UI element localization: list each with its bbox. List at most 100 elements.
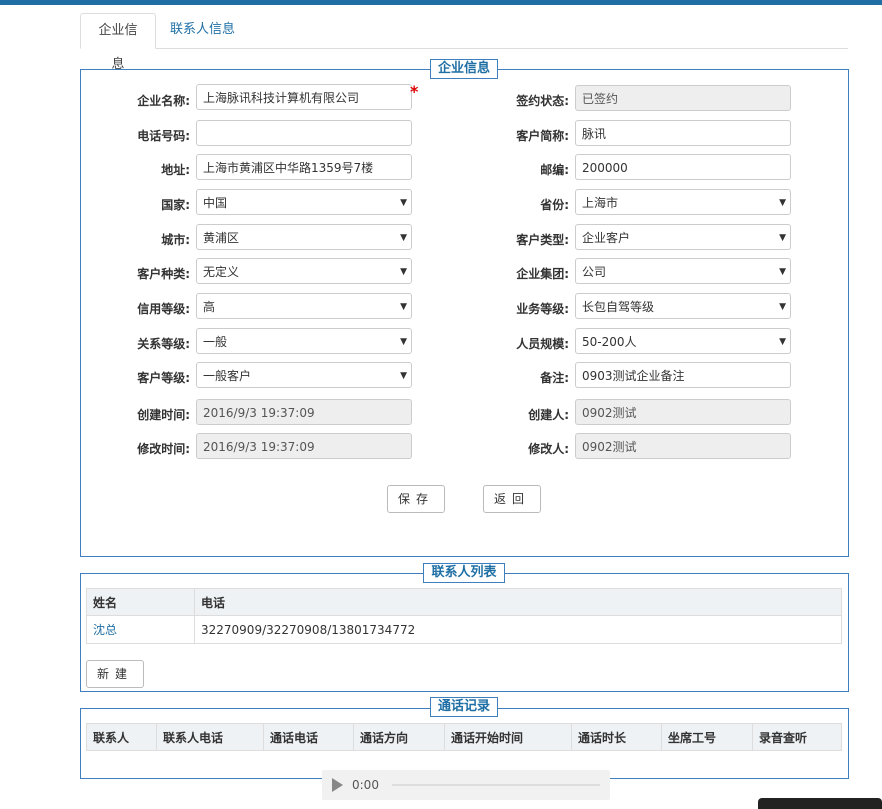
column-header-name: 姓名 (86, 588, 195, 616)
dropdown-arrow-icon: ▼ (779, 267, 786, 277)
column-header-call-duration: 通话时长 (571, 723, 662, 751)
left-field-label-5: 客户种类: (137, 267, 190, 281)
audio-progress-track[interactable] (392, 784, 600, 786)
left-field-select-7[interactable]: 一般 ▼ (196, 328, 412, 354)
column-header-call-start: 通话开始时间 (444, 723, 572, 751)
tab-bar: 企业信息 联系人信息 (80, 13, 848, 72)
left-field-value-3: 中国 (203, 196, 228, 210)
left-field-input-1[interactable] (196, 120, 412, 146)
right-field-label-6: 业务等级: (516, 302, 569, 316)
save-button[interactable]: 保存 (387, 485, 445, 513)
right-field-label-4: 客户类型: (516, 233, 569, 247)
dropdown-arrow-icon: ▼ (779, 302, 786, 312)
left-field-label-4: 城市: (161, 233, 190, 247)
right-field-label-10: 修改人: (528, 442, 569, 456)
right-field-select-6[interactable]: 长包自驾等级 ▼ (575, 293, 791, 319)
left-field-select-3[interactable]: 中国 ▼ (196, 189, 412, 215)
play-icon[interactable] (332, 778, 343, 792)
contact-phone: 32270909/32270908/13801734772 (194, 615, 842, 644)
right-field-label-8: 备注: (540, 371, 569, 385)
dropdown-arrow-icon: ▼ (400, 337, 407, 347)
dropdown-arrow-icon: ▼ (400, 302, 407, 312)
left-field-input-10: 2016/9/3 19:37:09 (196, 433, 412, 459)
right-field-value-9: 0902测试 (582, 406, 637, 420)
right-field-value-8: 0903测试企业备注 (582, 369, 685, 383)
right-field-label-5: 企业集团: (516, 267, 569, 281)
left-field-value-7: 一般 (203, 335, 228, 349)
left-field-select-5[interactable]: 无定义 ▼ (196, 258, 412, 284)
right-field-label-7: 人员规模: (516, 337, 569, 351)
right-field-input-2[interactable]: 200000 (575, 154, 791, 180)
right-field-select-5[interactable]: 公司 ▼ (575, 258, 791, 284)
audio-player: 0:00 (322, 770, 610, 800)
right-field-value-5: 公司 (582, 265, 607, 279)
left-field-value-2: 上海市黄浦区中华路1359号7楼 (203, 161, 374, 175)
right-field-value-2: 200000 (582, 161, 628, 175)
left-field-select-4[interactable]: 黄浦区 ▼ (196, 224, 412, 250)
left-field-value-4: 黄浦区 (203, 231, 240, 245)
left-field-input-0[interactable]: 上海脉讯科技计算机有限公司 (196, 84, 412, 110)
left-field-select-6[interactable]: 高 ▼ (196, 293, 412, 319)
left-field-select-8[interactable]: 一般客户 ▼ (196, 362, 412, 388)
call-records-header: 联系人 联系人电话 通话电话 通话方向 通话开始时间 通话时长 坐席工号 录音查… (86, 723, 842, 751)
left-field-value-9: 2016/9/3 19:37:09 (203, 406, 315, 420)
dropdown-arrow-icon: ▼ (400, 198, 407, 208)
left-field-input-2[interactable]: 上海市黄浦区中华路1359号7楼 (196, 154, 412, 180)
audio-time: 0:00 (352, 778, 379, 792)
right-field-input-1[interactable]: 脉讯 (575, 120, 791, 146)
tab-contact-info[interactable]: 联系人信息 (158, 13, 247, 47)
dropdown-arrow-icon: ▼ (779, 198, 786, 208)
column-header-contact-phone: 联系人电话 (156, 723, 264, 751)
left-field-value-10: 2016/9/3 19:37:09 (203, 440, 315, 454)
top-accent-bar (0, 0, 882, 5)
left-field-label-1: 电话号码: (137, 129, 190, 143)
left-field-label-8: 客户等级: (137, 371, 190, 385)
call-records-table: 联系人 联系人电话 通话电话 通话方向 通话开始时间 通话时长 坐席工号 录音查… (86, 723, 842, 751)
dropdown-arrow-icon: ▼ (400, 371, 407, 381)
right-field-input-9: 0902测试 (575, 399, 791, 425)
right-field-label-1: 客户简称: (516, 129, 569, 143)
right-field-select-7[interactable]: 50-200人 ▼ (575, 328, 791, 354)
dropdown-arrow-icon: ▼ (779, 233, 786, 243)
left-field-value-5: 无定义 (203, 265, 240, 279)
left-field-value-0: 上海脉讯科技计算机有限公司 (203, 91, 360, 105)
left-field-label-6: 信用等级: (137, 302, 190, 316)
right-field-label-3: 省份: (540, 198, 569, 212)
right-field-input-8[interactable]: 0903测试企业备注 (575, 362, 791, 388)
left-field-label-3: 国家: (161, 198, 190, 212)
right-field-value-0: 已签约 (582, 92, 619, 106)
corner-overlay (758, 798, 882, 809)
right-field-value-7: 50-200人 (582, 335, 637, 349)
dropdown-arrow-icon: ▼ (779, 337, 786, 347)
required-asterisk: * (410, 82, 419, 101)
right-field-label-0: 签约状态: (516, 94, 569, 108)
contact-name-link[interactable]: 沈总 (93, 623, 117, 637)
right-field-input-0: 已签约 (575, 85, 791, 111)
right-field-value-1: 脉讯 (582, 127, 607, 141)
left-field-label-7: 关系等级: (137, 337, 190, 351)
company-info-legend: 企业信息 (430, 59, 498, 79)
right-field-value-3: 上海市 (582, 196, 619, 210)
contact-table: 姓名 电话 沈总 32270909/32270908/13801734772 (86, 588, 842, 644)
right-field-label-9: 创建人: (528, 408, 569, 422)
left-field-value-6: 高 (203, 300, 216, 314)
left-field-label-10: 修改时间: (137, 442, 190, 456)
left-field-label-0: 企业名称: (137, 94, 190, 108)
column-header-call-direction: 通话方向 (353, 723, 445, 751)
right-field-select-3[interactable]: 上海市 ▼ (575, 189, 791, 215)
new-contact-button[interactable]: 新建 (86, 660, 144, 688)
column-header-call-phone: 通话电话 (263, 723, 354, 751)
column-header-phone: 电话 (194, 588, 842, 616)
left-field-label-2: 地址: (161, 163, 190, 177)
contact-table-header: 姓名 电话 (86, 588, 842, 616)
right-field-value-10: 0902测试 (582, 440, 637, 454)
column-header-recording: 录音查听 (752, 723, 842, 751)
back-button[interactable]: 返回 (483, 485, 541, 513)
column-header-contact: 联系人 (86, 723, 157, 751)
contact-list-legend: 联系人列表 (423, 563, 505, 583)
dropdown-arrow-icon: ▼ (400, 233, 407, 243)
call-records-legend: 通话记录 (430, 697, 498, 717)
left-field-input-9: 2016/9/3 19:37:09 (196, 399, 412, 425)
tab-company-info[interactable]: 企业信息 (80, 13, 156, 72)
right-field-select-4[interactable]: 企业客户 ▼ (575, 224, 791, 250)
